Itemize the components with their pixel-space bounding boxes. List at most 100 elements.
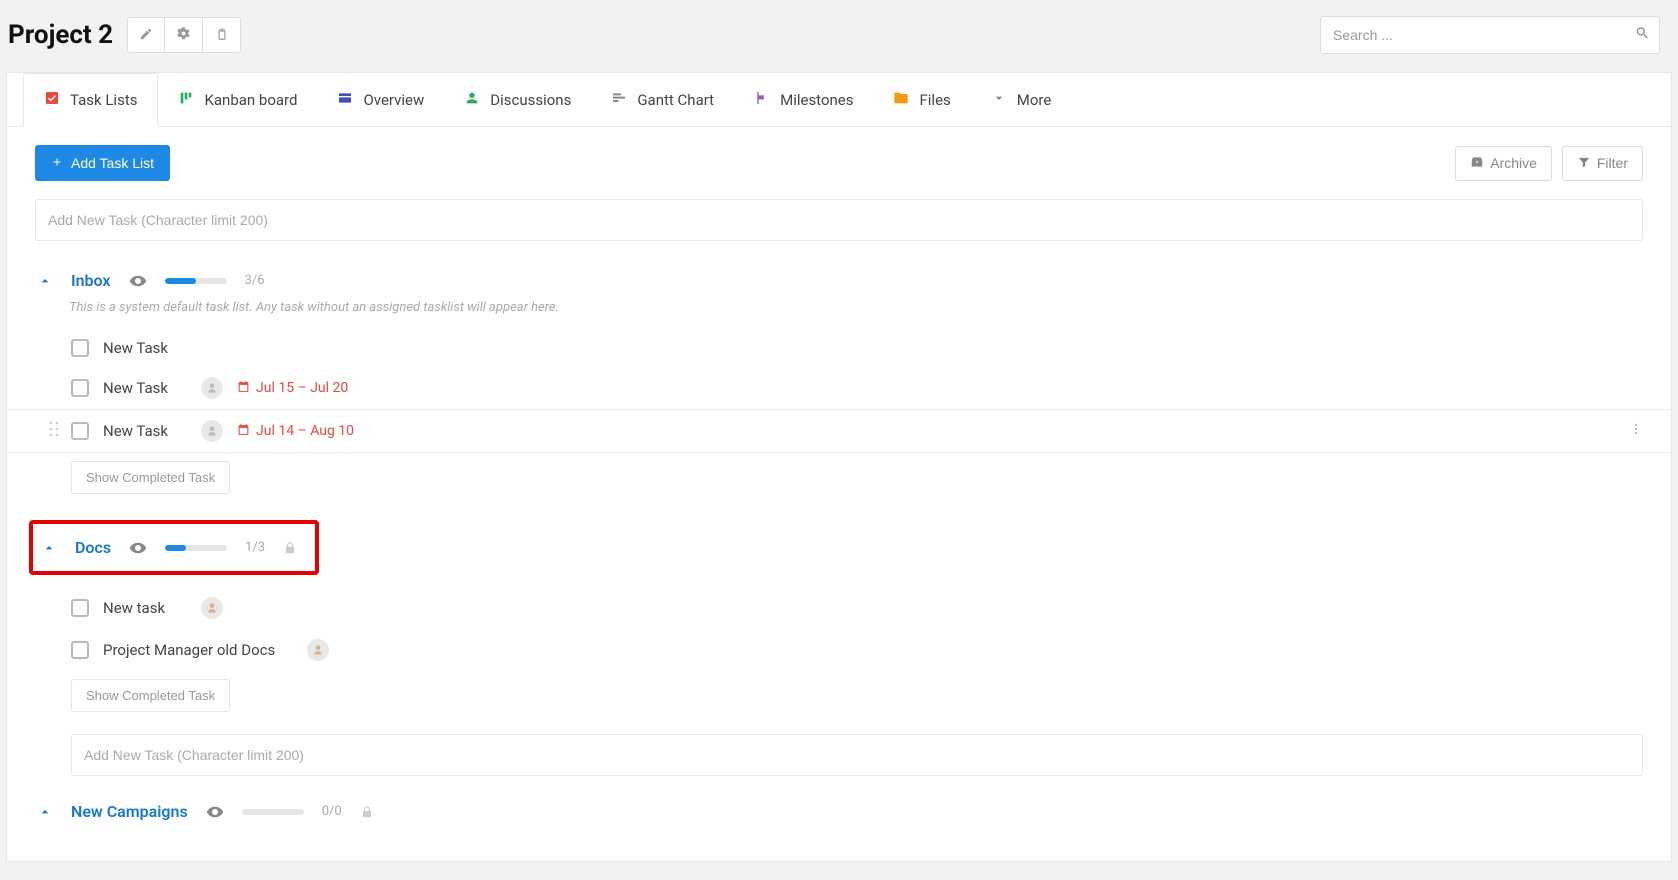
drag-handle-icon[interactable] (49, 421, 59, 441)
add-task-list-button[interactable]: Add Task List (35, 145, 170, 181)
plus-icon (51, 155, 63, 171)
list-header: Docs 1/3 (39, 534, 299, 561)
people-icon (464, 90, 480, 110)
content: Inbox 3/6 This is a system default task … (7, 189, 1671, 857)
progress-label: 0/0 (322, 804, 342, 819)
toolbar: Add Task List Archive Filter (7, 127, 1671, 189)
avatar[interactable] (307, 639, 329, 661)
task-row: New Task Jul 14 – Aug 10 (7, 409, 1671, 453)
list-title[interactable]: Docs (75, 538, 111, 557)
overview-icon (337, 90, 353, 110)
date-text: Jul 14 – Aug 10 (256, 423, 354, 439)
task-name[interactable]: New Task (103, 422, 187, 440)
header-left: Project 2 (8, 17, 241, 53)
button-label: Archive (1490, 155, 1537, 171)
task-name[interactable]: Project Manager old Docs (103, 641, 293, 659)
collapse-toggle[interactable] (37, 804, 53, 820)
progress-label: 3/6 (245, 273, 265, 288)
progress-bar (165, 545, 227, 551)
show-completed-button[interactable]: Show Completed Task (71, 461, 230, 494)
tab-overview[interactable]: Overview (317, 73, 444, 126)
task-row: Project Manager old Docs (35, 629, 1643, 671)
collapse-toggle[interactable] (41, 540, 57, 556)
tab-label: Milestones (780, 91, 853, 109)
edit-button[interactable] (127, 17, 165, 53)
list-section-docs: Docs 1/3 New task Project Manager old Do… (35, 520, 1643, 776)
task-checkbox[interactable] (71, 339, 89, 357)
tab-label: Gantt Chart (637, 91, 714, 109)
section-add-task (71, 734, 1643, 776)
eye-icon[interactable] (206, 803, 224, 821)
task-row: New Task Jul 15 – Jul 20 (35, 367, 1643, 409)
folder-icon (893, 90, 909, 110)
tab-milestones[interactable]: Milestones (734, 73, 873, 126)
show-completed-button[interactable]: Show Completed Task (71, 679, 230, 712)
lock-icon[interactable] (283, 541, 297, 555)
search-icon (1635, 26, 1650, 45)
progress-bar (242, 809, 304, 815)
task-name[interactable]: New Task (103, 339, 187, 357)
date-text: Jul 15 – Jul 20 (256, 380, 348, 396)
archive-icon (1470, 155, 1484, 172)
row-more-button[interactable] (1629, 420, 1643, 442)
caret-down-icon (991, 90, 1007, 110)
list-title[interactable]: New Campaigns (71, 802, 188, 821)
task-row: New task (35, 587, 1643, 629)
add-new-task-input[interactable] (35, 199, 1643, 241)
task-checkbox[interactable] (71, 422, 89, 440)
tab-label: More (1017, 91, 1052, 109)
list-header: New Campaigns 0/0 (35, 798, 1643, 825)
list-section-inbox: Inbox 3/6 This is a system default task … (35, 267, 1643, 498)
task-row: New Task (35, 329, 1643, 367)
tab-label: Task Lists (70, 91, 137, 109)
task-date[interactable]: Jul 15 – Jul 20 (237, 380, 348, 397)
gantt-icon (611, 90, 627, 110)
tab-label: Kanban board (204, 91, 297, 109)
avatar[interactable] (201, 377, 223, 399)
task-checkbox[interactable] (71, 379, 89, 397)
task-name[interactable]: New task (103, 599, 187, 617)
filter-button[interactable]: Filter (1562, 146, 1643, 181)
calendar-icon (237, 380, 250, 397)
tab-discussions[interactable]: Discussions (444, 73, 591, 126)
clipboard-icon (215, 26, 229, 45)
gear-icon (176, 26, 191, 45)
tab-more[interactable]: More (971, 73, 1072, 126)
tab-label: Files (919, 91, 950, 109)
archive-button[interactable]: Archive (1455, 146, 1552, 181)
list-title[interactable]: Inbox (71, 271, 111, 290)
progress-label: 1/3 (245, 540, 265, 555)
avatar[interactable] (201, 597, 223, 619)
lock-icon[interactable] (360, 805, 374, 819)
task-checkbox[interactable] (71, 599, 89, 617)
eye-icon[interactable] (129, 272, 147, 290)
kanban-icon (178, 90, 194, 110)
collapse-toggle[interactable] (37, 273, 53, 289)
tab-files[interactable]: Files (873, 73, 970, 126)
tab-label: Discussions (490, 91, 571, 109)
duplicate-button[interactable] (203, 17, 241, 53)
tab-label: Overview (363, 91, 424, 109)
eye-icon[interactable] (129, 539, 147, 557)
task-date[interactable]: Jul 14 – Aug 10 (237, 423, 354, 440)
task-checkbox[interactable] (71, 641, 89, 659)
tabs: Task Lists Kanban board Overview Discuss… (7, 73, 1671, 127)
checklist-icon (44, 90, 60, 110)
header: Project 2 (0, 0, 1678, 72)
filter-icon (1577, 155, 1591, 172)
tab-kanban[interactable]: Kanban board (158, 73, 317, 126)
add-new-task-input[interactable] (71, 734, 1643, 776)
toolbar-right: Archive Filter (1455, 146, 1643, 181)
search-input[interactable] (1320, 16, 1660, 54)
button-label: Filter (1597, 155, 1628, 171)
tab-gantt[interactable]: Gantt Chart (591, 73, 734, 126)
calendar-icon (237, 423, 250, 440)
task-name[interactable]: New Task (103, 379, 187, 397)
avatar[interactable] (201, 420, 223, 442)
button-label: Add Task List (71, 155, 154, 171)
tab-task-lists[interactable]: Task Lists (23, 73, 158, 127)
list-section-new-campaigns: New Campaigns 0/0 (35, 798, 1643, 825)
main-panel: Task Lists Kanban board Overview Discuss… (6, 72, 1672, 862)
flag-icon (754, 90, 770, 110)
settings-button[interactable] (165, 17, 203, 53)
